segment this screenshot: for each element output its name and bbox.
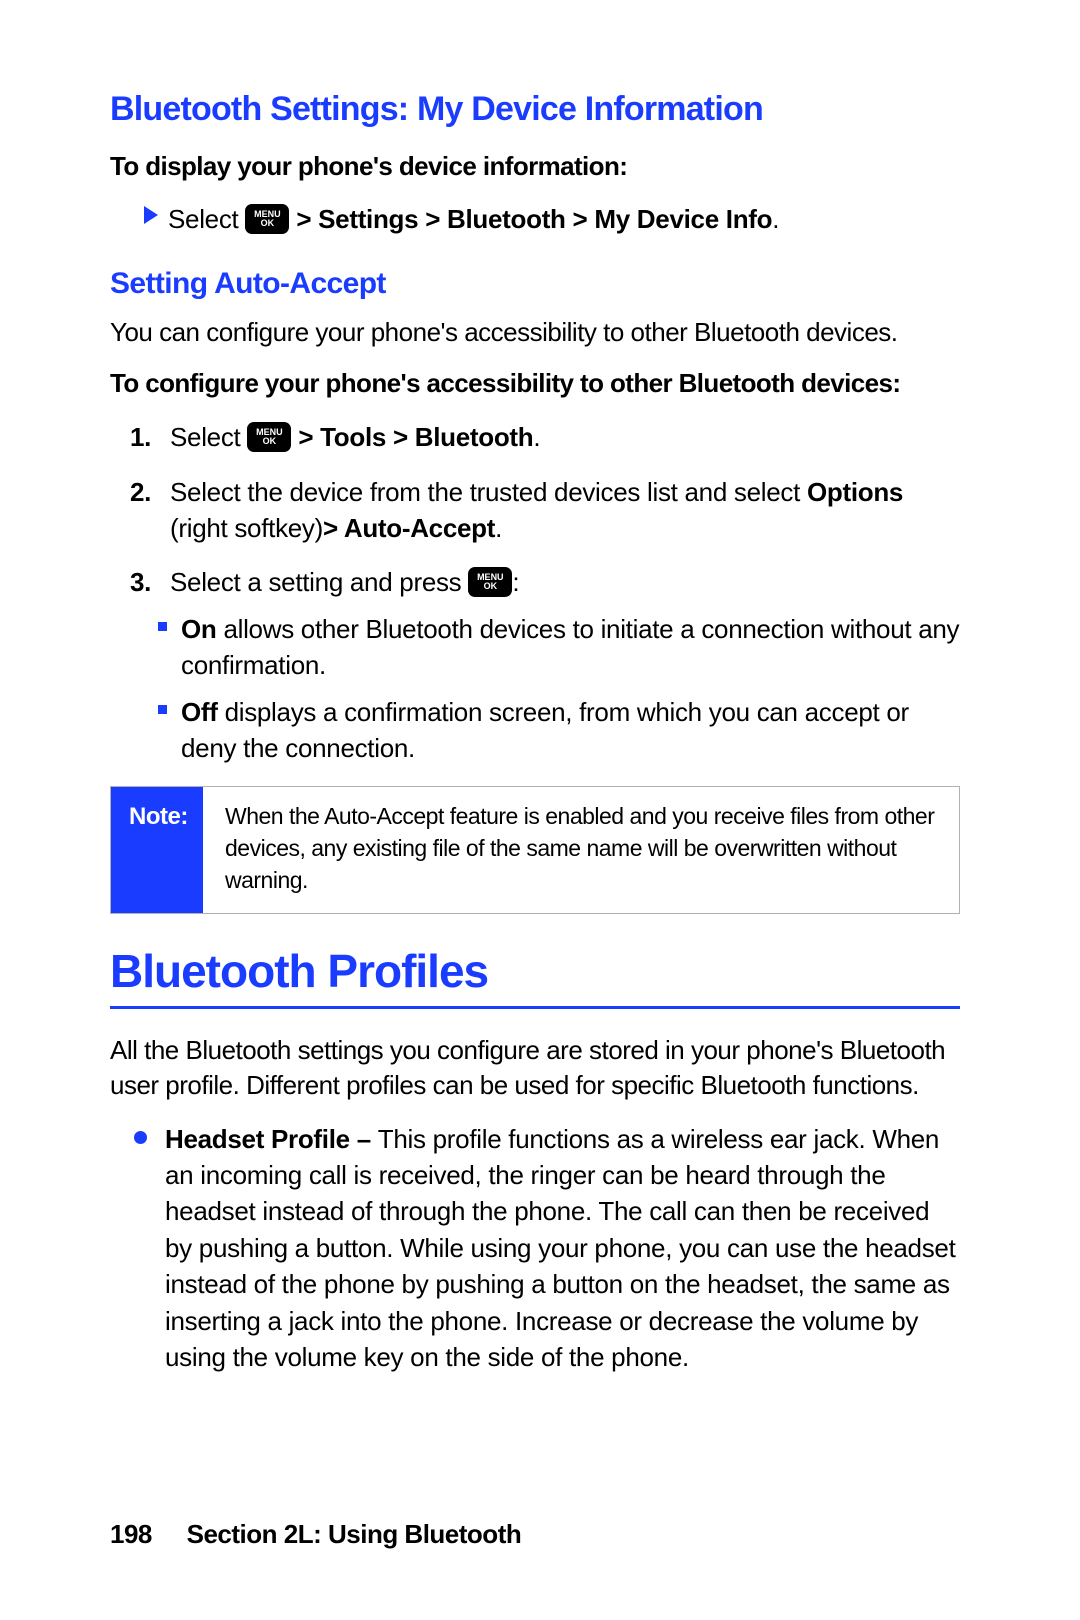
paragraph-profiles-intro: All the Bluetooth settings you configure… xyxy=(110,1033,960,1103)
subhead-configure: To configure your phone's accessibility … xyxy=(110,368,960,399)
note-body: When the Auto-Accept feature is enabled … xyxy=(203,787,959,912)
manual-page: Bluetooth Settings: My Device Informatio… xyxy=(0,0,1080,1620)
dot-bullet-icon xyxy=(134,1131,147,1144)
menu-ok-key-icon: MENU OK xyxy=(247,422,291,452)
step-2: 2. Select the device from the trusted de… xyxy=(130,474,960,547)
path-device-info: > Settings > Bluetooth > My Device Info xyxy=(296,204,772,234)
note-box: Note: When the Auto-Accept feature is en… xyxy=(110,786,960,913)
option-on: On allows other Bluetooth devices to ini… xyxy=(158,611,960,684)
subhead-display-info: To display your phone's device informati… xyxy=(110,151,960,182)
profile-headset: Headset Profile – This profile functions… xyxy=(134,1121,960,1376)
triangle-bullet-icon xyxy=(144,206,158,224)
option-off: Off displays a confirmation screen, from… xyxy=(158,694,960,767)
step-number: 2. xyxy=(130,474,170,510)
menu-ok-key-icon: MENU OK xyxy=(468,567,512,597)
instruction-select-devinfo: Select MENU OK > Settings > Bluetooth > … xyxy=(144,202,960,237)
square-bullet-icon xyxy=(158,705,167,714)
page-footer: 198 Section 2L: Using Bluetooth xyxy=(110,1519,521,1550)
step-1: 1. Select MENU OK > Tools > Bluetooth. xyxy=(130,419,960,455)
heading-auto-accept: Setting Auto-Accept xyxy=(110,267,960,301)
square-bullet-icon xyxy=(158,622,167,631)
heading-device-info: Bluetooth Settings: My Device Informatio… xyxy=(110,90,960,129)
menu-ok-key-icon: MENU OK xyxy=(245,204,289,234)
note-label: Note: xyxy=(111,787,203,912)
path-tools-bluetooth: > Tools > Bluetooth xyxy=(298,422,533,452)
paragraph-configure-intro: You can configure your phone's accessibi… xyxy=(110,315,960,350)
page-number: 198 xyxy=(110,1519,152,1549)
text-select: Select xyxy=(168,204,245,234)
section-title: Section 2L: Using Bluetooth xyxy=(187,1519,522,1549)
step-number: 3. xyxy=(130,564,170,600)
step-number: 1. xyxy=(130,419,170,455)
step-3: 3. Select a setting and press MENU OK : xyxy=(130,564,960,600)
heading-bluetooth-profiles: Bluetooth Profiles xyxy=(110,944,960,998)
section-rule xyxy=(110,1006,960,1009)
